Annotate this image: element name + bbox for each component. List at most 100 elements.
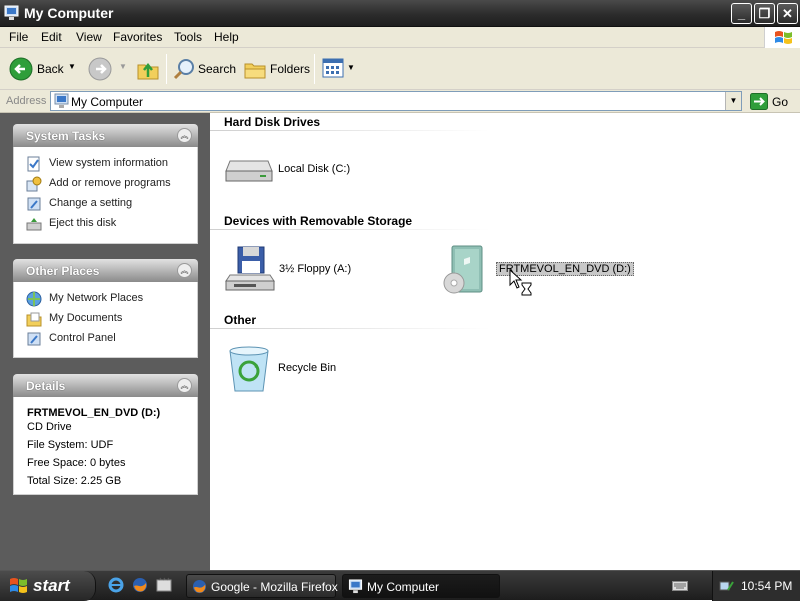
- back-button[interactable]: Back ▼: [6, 53, 78, 85]
- views-button[interactable]: ▼: [320, 56, 358, 82]
- details-total-size: Total Size: 2.25 GB: [27, 475, 122, 487]
- address-value: My Computer: [71, 95, 144, 109]
- recycle-bin-icon: [229, 346, 269, 392]
- my-documents-icon: [26, 312, 42, 327]
- add-remove-programs-icon: [26, 176, 42, 192]
- views-icon: [322, 58, 344, 78]
- taskbar: start Google - Mozilla Firefox My Comput…: [0, 570, 800, 601]
- task-label: Change a setting: [49, 197, 133, 209]
- drive-dvd-d[interactable]: FRTMEVOL_EN_DVD (D:): [442, 245, 642, 297]
- toolbar-separator: [314, 54, 315, 84]
- forward-button[interactable]: ▼: [86, 53, 128, 85]
- my-computer-icon: [54, 93, 69, 108]
- task-label: Add or remove programs: [49, 177, 171, 189]
- drive-floppy-a[interactable]: 3½ Floppy (A:): [224, 245, 374, 293]
- details-name: FRTMEVOL_EN_DVD (D:): [27, 407, 161, 419]
- folders-button[interactable]: Folders: [241, 53, 310, 85]
- collapse-icon[interactable]: ︽: [177, 128, 192, 143]
- windows-flag-icon: [775, 31, 792, 44]
- task-label: Eject this disk: [49, 217, 117, 229]
- search-button[interactable]: Search: [170, 53, 236, 85]
- back-arrow-icon: [9, 57, 33, 81]
- drive-local-disk-c[interactable]: Local Disk (C:): [224, 149, 364, 189]
- drive-label: 3½ Floppy (A:): [279, 263, 352, 275]
- menu-favorites[interactable]: Favorites: [113, 30, 162, 44]
- menu-file[interactable]: File: [9, 30, 28, 44]
- taskbar-button-firefox[interactable]: Google - Mozilla Firefox: [186, 574, 338, 598]
- task-pane: System Tasks ︽ View system information A…: [0, 113, 210, 570]
- eject-icon: [26, 218, 42, 231]
- up-folder-icon: [137, 62, 159, 80]
- details-type: CD Drive: [27, 421, 72, 433]
- windows-flag-icon: [10, 578, 27, 593]
- busy-cursor-icon: [509, 269, 532, 296]
- internet-explorer-icon[interactable]: [108, 577, 124, 593]
- taskbar-button-label: My Computer: [367, 580, 440, 594]
- go-button[interactable]: Go: [748, 92, 798, 111]
- close-button[interactable]: ✕: [777, 3, 798, 24]
- control-panel-icon: [27, 332, 41, 346]
- other-places-panel: Other Places ︽ My Network Places My Docu…: [13, 259, 198, 358]
- back-dropdown-icon[interactable]: ▼: [68, 62, 76, 71]
- forward-arrow-icon: [88, 57, 112, 81]
- system-tasks-title: System Tasks: [26, 129, 106, 143]
- recycle-bin[interactable]: Recycle Bin: [224, 343, 364, 395]
- firefox-icon[interactable]: [132, 577, 148, 593]
- chevron-down-icon: ▼: [729, 96, 738, 105]
- address-dropdown-button[interactable]: ▼: [725, 92, 741, 110]
- restore-icon: ❐: [758, 6, 771, 21]
- search-label: Search: [198, 62, 237, 76]
- folder-view: Hard Disk Drives Local Disk (C:) Devices…: [210, 113, 800, 570]
- go-arrow-icon: [750, 93, 768, 110]
- menu-edit[interactable]: Edit: [41, 30, 62, 44]
- system-tasks-header[interactable]: System Tasks ︽: [13, 124, 198, 147]
- collapse-icon[interactable]: ︽: [177, 263, 192, 278]
- start-button[interactable]: start: [0, 571, 96, 601]
- start-label: start: [33, 576, 70, 595]
- my-computer-icon: [4, 5, 19, 20]
- media-icon[interactable]: [156, 577, 172, 593]
- control-panel-icon: [27, 197, 41, 211]
- forward-dropdown-icon[interactable]: ▼: [119, 62, 127, 71]
- views-dropdown-icon: ▼: [347, 63, 355, 72]
- menu-help[interactable]: Help: [214, 30, 239, 44]
- system-information-icon: [27, 156, 40, 172]
- address-label: Address: [6, 95, 47, 107]
- menu-tools[interactable]: Tools: [174, 30, 202, 44]
- menu-view[interactable]: View: [76, 30, 102, 44]
- maximize-button[interactable]: ❐: [754, 3, 775, 24]
- group-title-removable-storage: Devices with Removable Storage: [224, 214, 413, 228]
- network-places-icon: [26, 291, 42, 307]
- address-bar: Address My Computer ▼ Go: [0, 90, 800, 113]
- minimize-button[interactable]: _: [731, 3, 752, 24]
- search-icon: [173, 59, 194, 80]
- go-label: Go: [772, 95, 789, 109]
- other-places-title: Other Places: [26, 264, 100, 278]
- group-divider: [210, 130, 490, 131]
- dvd-drive-icon: [443, 245, 483, 294]
- title-bar[interactable]: My Computer _ ❐ ✕: [0, 0, 800, 27]
- menu-bar: File Edit View Favorites Tools Help: [0, 27, 800, 48]
- hard-disk-icon: [225, 160, 273, 182]
- group-divider: [210, 229, 490, 230]
- other-places-header[interactable]: Other Places ︽: [13, 259, 198, 282]
- drive-label: Local Disk (C:): [278, 163, 351, 175]
- up-folder-button[interactable]: [134, 54, 162, 84]
- my-computer-icon: [348, 579, 363, 594]
- address-field[interactable]: My Computer ▼: [50, 91, 742, 111]
- back-label: Back: [37, 62, 64, 76]
- network-status-icon[interactable]: [719, 578, 735, 594]
- details-header[interactable]: Details ︽: [13, 374, 198, 397]
- system-tasks-panel: System Tasks ︽ View system information A…: [13, 124, 198, 244]
- system-tray: 10:54 PM: [712, 571, 800, 601]
- keyboard-icon[interactable]: [672, 579, 688, 593]
- firefox-icon: [192, 579, 207, 594]
- group-divider: [210, 328, 490, 329]
- collapse-icon[interactable]: ︽: [177, 378, 192, 393]
- taskbar-button-my-computer[interactable]: My Computer: [342, 574, 500, 598]
- group-title-hard-disk-drives: Hard Disk Drives: [224, 115, 321, 129]
- clock[interactable]: 10:54 PM: [741, 579, 792, 593]
- details-title: Details: [26, 379, 66, 393]
- floppy-drive-icon: [225, 246, 275, 291]
- task-label: View system information: [49, 157, 169, 169]
